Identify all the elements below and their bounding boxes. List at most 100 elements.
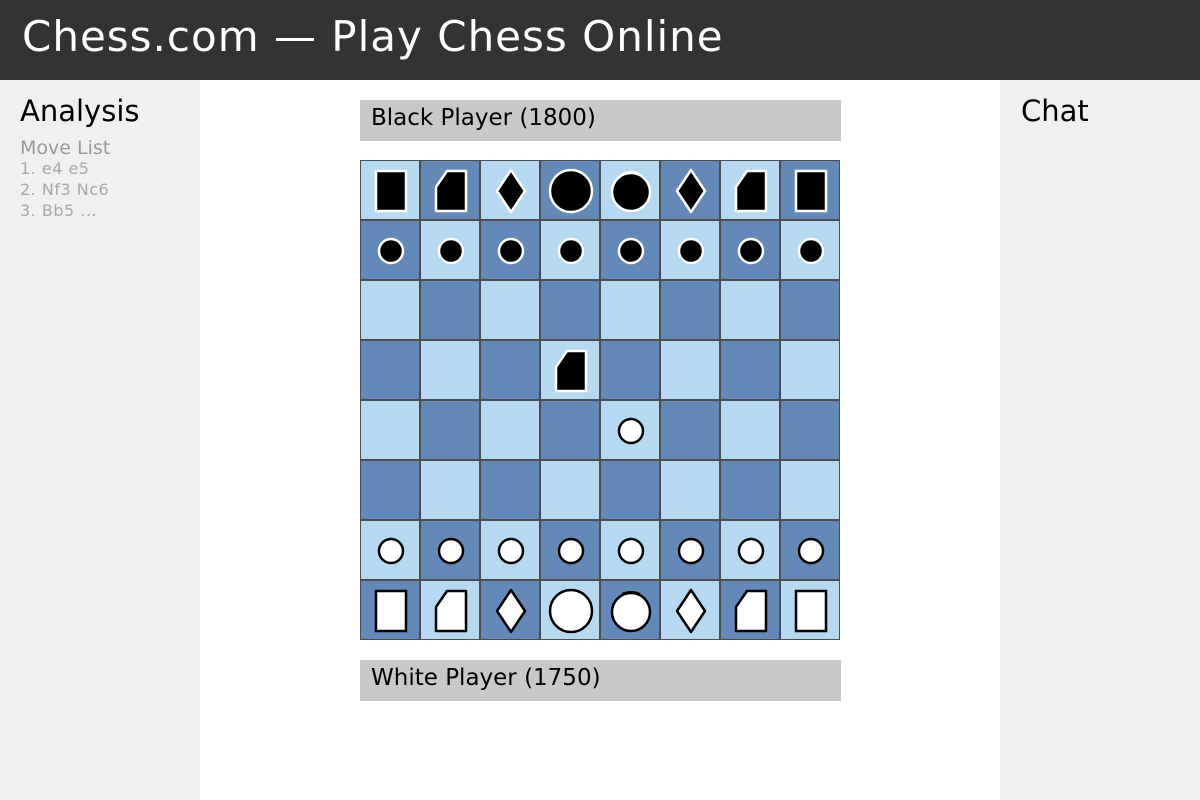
move-item[interactable]: 2. Nf3 Nc6 [20, 179, 200, 200]
square-a2[interactable] [360, 520, 420, 580]
square-b2[interactable] [420, 520, 480, 580]
square-d5[interactable] [540, 340, 600, 400]
white-pawn-icon[interactable] [781, 521, 841, 581]
square-f2[interactable] [660, 520, 720, 580]
square-c2[interactable] [480, 520, 540, 580]
black-pawn-icon[interactable] [721, 221, 781, 281]
black-rook-icon[interactable] [781, 161, 841, 221]
square-g7[interactable] [720, 220, 780, 280]
square-f7[interactable] [660, 220, 720, 280]
square-a8[interactable] [360, 160, 420, 220]
square-g4[interactable] [720, 400, 780, 460]
square-b4[interactable] [420, 400, 480, 460]
white-pawn-icon[interactable] [421, 521, 481, 581]
square-c1[interactable] [480, 580, 540, 640]
black-pawn-icon[interactable] [661, 221, 721, 281]
white-knight-icon[interactable] [421, 581, 481, 641]
square-h4[interactable] [780, 400, 840, 460]
white-pawn-icon[interactable] [601, 401, 661, 461]
white-pawn-icon[interactable] [541, 521, 601, 581]
square-g2[interactable] [720, 520, 780, 580]
square-e8[interactable] [600, 160, 660, 220]
square-a7[interactable] [360, 220, 420, 280]
black-queen-icon[interactable] [541, 161, 601, 221]
square-c6[interactable] [480, 280, 540, 340]
white-pawn-icon[interactable] [601, 521, 661, 581]
square-b8[interactable] [420, 160, 480, 220]
square-b1[interactable] [420, 580, 480, 640]
white-pawn-icon[interactable] [721, 521, 781, 581]
black-knight-icon[interactable] [721, 161, 781, 221]
black-pawn-icon[interactable] [601, 221, 661, 281]
square-e4[interactable] [600, 400, 660, 460]
square-d4[interactable] [540, 400, 600, 460]
square-b5[interactable] [420, 340, 480, 400]
square-f8[interactable] [660, 160, 720, 220]
white-rook-icon[interactable] [361, 581, 421, 641]
black-bishop-icon[interactable] [661, 161, 721, 221]
move-item[interactable]: 3. Bb5 ... [20, 200, 200, 221]
square-g3[interactable] [720, 460, 780, 520]
white-queen-icon[interactable] [541, 581, 601, 641]
square-f1[interactable] [660, 580, 720, 640]
square-e1[interactable] [600, 580, 660, 640]
square-d6[interactable] [540, 280, 600, 340]
white-pawn-icon[interactable] [661, 521, 721, 581]
square-g6[interactable] [720, 280, 780, 340]
square-g8[interactable] [720, 160, 780, 220]
square-a1[interactable] [360, 580, 420, 640]
white-bishop-icon[interactable] [481, 581, 541, 641]
square-e6[interactable] [600, 280, 660, 340]
white-king-icon[interactable] [601, 581, 661, 641]
black-pawn-icon[interactable] [421, 221, 481, 281]
square-g1[interactable] [720, 580, 780, 640]
white-pawn-icon[interactable] [481, 521, 541, 581]
square-b7[interactable] [420, 220, 480, 280]
white-knight-icon[interactable] [721, 581, 781, 641]
black-pawn-icon[interactable] [541, 221, 601, 281]
square-h7[interactable] [780, 220, 840, 280]
black-knight-icon[interactable] [541, 341, 601, 401]
black-rook-icon[interactable] [361, 161, 421, 221]
square-h1[interactable] [780, 580, 840, 640]
square-g5[interactable] [720, 340, 780, 400]
square-c8[interactable] [480, 160, 540, 220]
square-d3[interactable] [540, 460, 600, 520]
square-d7[interactable] [540, 220, 600, 280]
white-rook-icon[interactable] [781, 581, 841, 641]
square-f4[interactable] [660, 400, 720, 460]
square-h6[interactable] [780, 280, 840, 340]
square-c5[interactable] [480, 340, 540, 400]
black-pawn-icon[interactable] [481, 221, 541, 281]
black-bishop-icon[interactable] [481, 161, 541, 221]
square-h2[interactable] [780, 520, 840, 580]
square-c7[interactable] [480, 220, 540, 280]
black-knight-icon[interactable] [421, 161, 481, 221]
square-d2[interactable] [540, 520, 600, 580]
black-pawn-icon[interactable] [781, 221, 841, 281]
square-a4[interactable] [360, 400, 420, 460]
square-h3[interactable] [780, 460, 840, 520]
white-pawn-icon[interactable] [361, 521, 421, 581]
white-bishop-icon[interactable] [661, 581, 721, 641]
square-d8[interactable] [540, 160, 600, 220]
square-c4[interactable] [480, 400, 540, 460]
square-e2[interactable] [600, 520, 660, 580]
chess-board[interactable] [360, 160, 840, 640]
square-h8[interactable] [780, 160, 840, 220]
move-item[interactable]: 1. e4 e5 [20, 158, 200, 179]
black-king-icon[interactable] [601, 161, 661, 221]
square-e3[interactable] [600, 460, 660, 520]
square-f5[interactable] [660, 340, 720, 400]
square-e7[interactable] [600, 220, 660, 280]
square-a6[interactable] [360, 280, 420, 340]
square-e5[interactable] [600, 340, 660, 400]
square-c3[interactable] [480, 460, 540, 520]
square-a3[interactable] [360, 460, 420, 520]
square-f6[interactable] [660, 280, 720, 340]
square-f3[interactable] [660, 460, 720, 520]
black-pawn-icon[interactable] [361, 221, 421, 281]
square-h5[interactable] [780, 340, 840, 400]
square-b3[interactable] [420, 460, 480, 520]
square-b6[interactable] [420, 280, 480, 340]
